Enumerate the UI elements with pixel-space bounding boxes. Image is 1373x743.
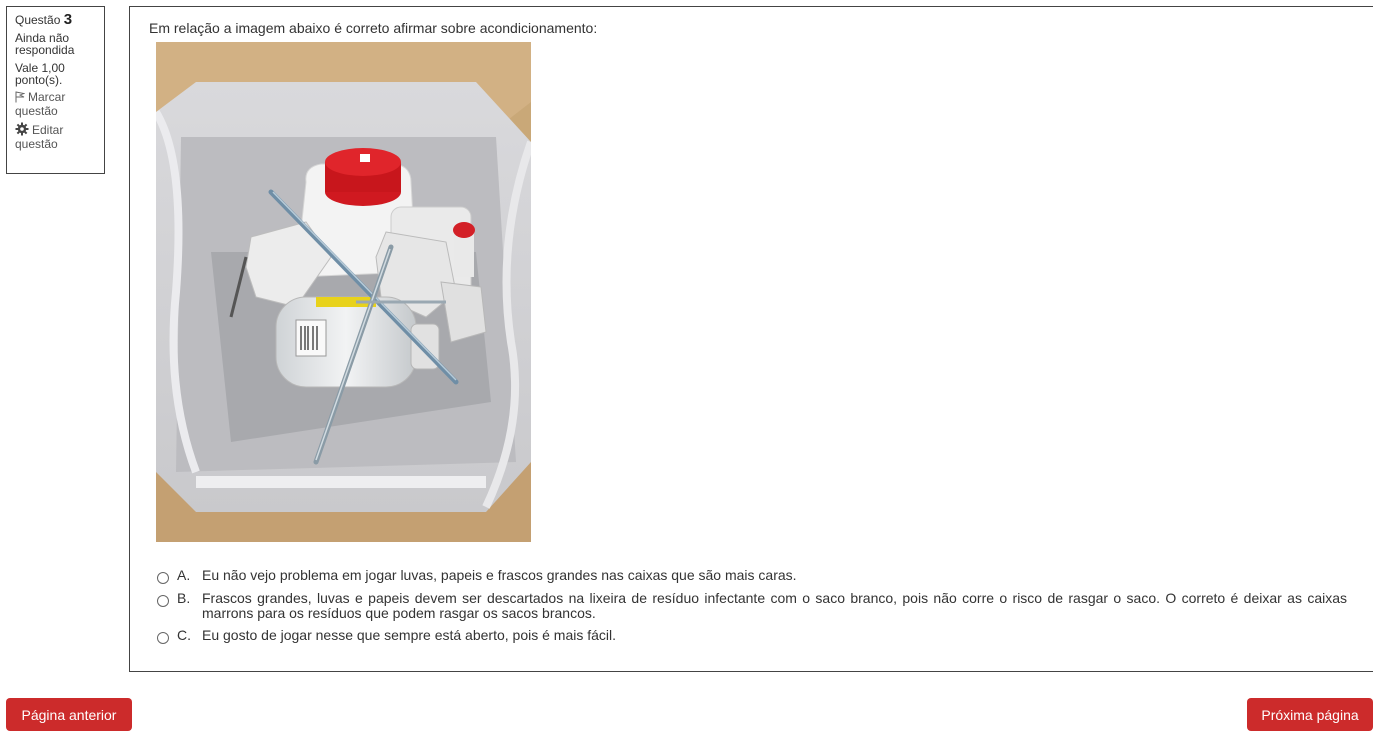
answer-text-b: Frascos grandes, luvas e papeis devem se… [202, 590, 1347, 621]
flag-question-link[interactable]: Marcar questão [15, 91, 96, 117]
question-state: Ainda não respondida [15, 31, 75, 57]
question-number-line: Questão 3 [15, 11, 96, 28]
answer-letter-c: C. [177, 627, 191, 643]
gear-icon [15, 122, 29, 138]
answer-option-a[interactable]: A. Eu não vejo problema em jogar luvas, … [157, 568, 1347, 584]
answer-list: A. Eu não vejo problema em jogar luvas, … [157, 568, 1347, 651]
question-grade: Vale 1,00 ponto(s). [15, 61, 65, 87]
edit-question-link[interactable]: Editar questão [15, 122, 96, 150]
answer-option-b[interactable]: B. Frascos grandes, luvas e papeis devem… [157, 591, 1347, 621]
answer-letter-a: A. [177, 567, 191, 583]
answer-option-c[interactable]: C. Eu gosto de jogar nesse que sempre es… [157, 628, 1347, 644]
answer-letter-b: B. [177, 590, 191, 606]
answer-text-a: Eu não vejo problema em jogar luvas, pap… [202, 567, 797, 583]
question-info: Questão 3 Ainda não respondida Vale 1,00… [6, 6, 105, 174]
answer-radio-b[interactable] [157, 595, 169, 607]
question-image [156, 42, 531, 542]
question-content: Em relação a imagem abaixo é correto afi… [129, 6, 1373, 672]
answer-radio-c[interactable] [157, 632, 169, 644]
question-text: Em relação a imagem abaixo é correto afi… [149, 20, 598, 36]
next-page-button[interactable]: Próxima página [1247, 698, 1373, 731]
question-label: Questão [15, 13, 61, 27]
previous-page-button[interactable]: Página anterior [6, 698, 132, 731]
answer-radio-a[interactable] [157, 572, 169, 584]
flag-icon [15, 91, 26, 105]
answer-text-c: Eu gosto de jogar nesse que sempre está … [202, 627, 617, 643]
question-number: 3 [63, 11, 73, 28]
